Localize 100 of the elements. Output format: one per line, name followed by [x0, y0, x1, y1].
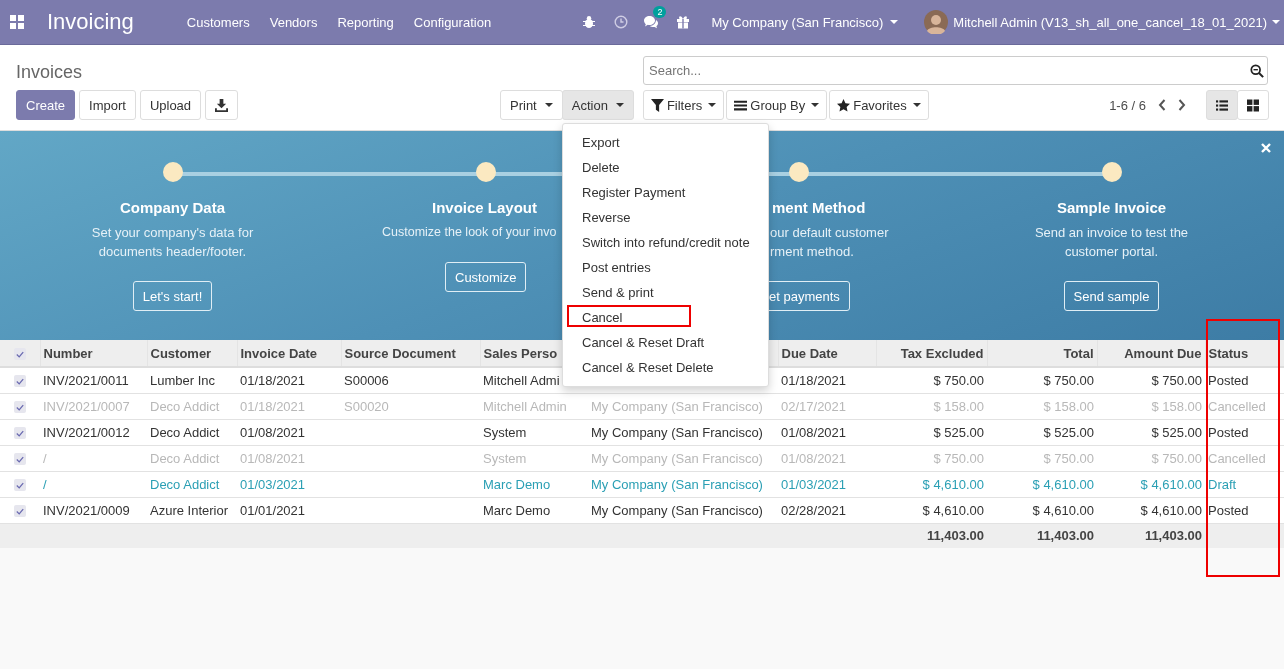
table-cell: Marc Demo [483, 502, 551, 518]
step-dot [162, 162, 183, 182]
menu-item[interactable]: Post entries [563, 255, 768, 280]
bug-icon[interactable] [582, 15, 597, 29]
step-dot [1101, 162, 1122, 182]
step-title: ment Method [772, 199, 866, 216]
dropdown-button[interactable]: Action [561, 90, 634, 120]
step-button[interactable]: Send sample [1063, 281, 1160, 311]
table-cell: $ 4,610.00 [922, 502, 984, 518]
apps-menu-icon[interactable] [10, 15, 24, 29]
step-description: customer portal. [1064, 243, 1159, 261]
menu-item[interactable]: Export [563, 130, 768, 155]
next-page-icon[interactable] [1178, 99, 1186, 111]
table-cell: INV/2021/0012 [43, 424, 130, 440]
secondary-button[interactable]: Upload [139, 90, 202, 120]
table-cell: $ 158.00 [1043, 398, 1094, 414]
user-menu[interactable]: Mitchell Admin (V13_sh_all_one_cancel_18_01_2021) [924, 10, 1280, 34]
table-cell: $ 750.00 [1151, 450, 1202, 466]
table-cell: $ 525.00 [1043, 424, 1094, 440]
previous-page-icon[interactable] [1158, 99, 1166, 111]
caret-icon [708, 103, 717, 107]
row-checkbox[interactable] [14, 505, 26, 517]
avatar [924, 10, 949, 34]
row-checkbox[interactable] [14, 401, 26, 413]
table-cell: $ 158.00 [933, 398, 984, 414]
table-cell: Deco Addict [150, 450, 220, 466]
breadcrumb-title: Invoices [16, 60, 84, 83]
menu-link[interactable]: Reporting [327, 14, 404, 30]
create-button[interactable]: Create [16, 90, 76, 120]
filter-dropdown-button[interactable]: Group By [726, 90, 828, 120]
column-header[interactable]: Total [1063, 345, 1094, 361]
menu-link[interactable]: Customers [176, 14, 260, 30]
table-cell: My Company (San Francisco) [591, 424, 763, 440]
table-cell: S00006 [344, 372, 389, 388]
table-cell: 01/18/2021 [781, 372, 847, 388]
caret-icon [811, 103, 820, 107]
table-cell: $ 525.00 [933, 424, 984, 440]
filter-dropdown-button[interactable]: Filters [642, 90, 725, 120]
row-checkbox[interactable] [14, 479, 26, 491]
gift-icon[interactable] [676, 15, 691, 29]
view-switch-button[interactable] [1237, 90, 1269, 120]
app-title: Invoicing [47, 9, 134, 35]
table-cell: / [43, 450, 47, 466]
table-cell: $ 158.00 [1151, 398, 1202, 414]
view-switch-button[interactable] [1206, 90, 1238, 120]
caret-icon [912, 103, 921, 107]
filter-dropdown-button[interactable]: Favorites [829, 90, 929, 120]
search-field[interactable]: Search... [643, 56, 1268, 85]
list-view-icon [1216, 98, 1228, 112]
table-cell: $ 525.00 [1151, 424, 1202, 440]
table-cell: S00020 [344, 398, 389, 414]
filter-icon [650, 98, 664, 112]
step-description: rment method. [770, 243, 854, 261]
checkmark-icon [16, 403, 24, 411]
menu-item[interactable]: Cancel & Reset Draft [563, 330, 768, 355]
checkmark-icon [16, 481, 24, 489]
table-cell: Azure Interior [150, 502, 229, 518]
table-cell: Deco Addict [150, 424, 220, 440]
table-cell: System [483, 424, 527, 440]
unread-count-badge: 2 [653, 6, 667, 18]
row-checkbox[interactable] [14, 348, 26, 360]
close-icon[interactable] [1261, 143, 1271, 153]
row-checkbox[interactable] [14, 375, 26, 388]
table-cell: 02/17/2021 [781, 398, 847, 414]
clock-icon[interactable] [614, 15, 629, 29]
step-dot [789, 162, 809, 182]
step-description: Send an invoice to test the [1034, 224, 1189, 242]
secondary-button[interactable]: Import [79, 90, 136, 120]
row-checkbox[interactable] [14, 427, 26, 439]
table-cell: Posted [1208, 372, 1249, 388]
table-cell: $ 750.00 [933, 372, 984, 388]
table-cell: System [483, 450, 527, 466]
table-cell: Mitchell Admi [483, 372, 560, 388]
menu-item[interactable]: Cancel & Reset Delete [563, 355, 768, 380]
menu-item[interactable]: Reverse [563, 205, 768, 230]
table-cell: My Company (San Francisco) [591, 450, 763, 466]
menu-item[interactable]: Switch into refund/credit note [563, 230, 768, 255]
checkmark-icon [16, 455, 24, 463]
table-cell: 01/18/2021 [240, 372, 306, 388]
checkmark-icon [16, 429, 24, 437]
table-cell: My Company (San Francisco) [591, 502, 763, 518]
download-button[interactable] [205, 90, 239, 120]
menu-link[interactable]: Vendors [259, 14, 328, 30]
checkmark-icon [16, 507, 24, 515]
table-cell: Deco Addict [150, 476, 220, 492]
table-cell: 01/08/2021 [781, 424, 847, 440]
step-title: Company Data [120, 199, 225, 216]
menu-item[interactable]: Delete [563, 155, 768, 180]
table-cell: 01/03/2021 [781, 476, 847, 492]
caret-icon [544, 103, 553, 107]
dropdown-button[interactable]: Print [500, 90, 563, 120]
menu-item[interactable]: Register Payment [563, 180, 768, 205]
table-cell: $ 4,610.00 [1032, 476, 1094, 492]
table-cell: Deco Addict [150, 398, 220, 414]
chat-icon[interactable] [643, 15, 660, 29]
table-cell: $ 4,610.00 [1032, 502, 1094, 518]
step-description: our default customer [770, 224, 889, 242]
row-checkbox[interactable] [14, 453, 26, 465]
menu-link[interactable]: Configuration [403, 14, 502, 30]
company-switcher[interactable]: My Company (San Francisco) [711, 14, 899, 30]
